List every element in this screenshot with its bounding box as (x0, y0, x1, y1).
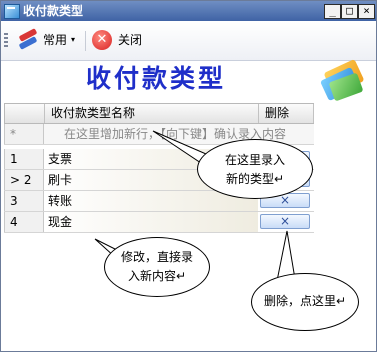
delete-button[interactable]: × (260, 214, 310, 229)
minimize-button[interactable]: _ (324, 4, 341, 19)
column-header-name[interactable]: 收付款类型名称 (45, 104, 259, 123)
row-name-cell[interactable]: 刷卡 (48, 170, 72, 190)
toolbar-separator (85, 31, 86, 51)
toolbar-grip[interactable] (4, 33, 8, 49)
close-window-button[interactable]: × (358, 4, 375, 19)
callout-edit-line1: 修改，直接录 (120, 250, 193, 264)
common-menu-button[interactable]: 常用 ▾ (17, 27, 81, 53)
callout-add-line1: 在这里录入 (224, 153, 285, 167)
grid-header: 收付款类型名称 删除 (4, 103, 314, 124)
app-icon (4, 4, 20, 19)
callout-add-line2: 新的类型↵ (225, 172, 285, 186)
title-bar[interactable]: 收付款类型 _ □ × (1, 1, 376, 21)
chevron-down-icon: ▾ (71, 35, 76, 44)
row-index: > 2 (4, 170, 44, 190)
payment-cards-icon (319, 58, 367, 102)
common-icon (17, 28, 39, 50)
common-label: 常用 (43, 33, 68, 47)
header-indicator (5, 104, 45, 123)
table-row[interactable]: 4 现金 × (4, 212, 314, 233)
callout-delete: 删除，点这里↵ (251, 273, 359, 331)
callout-delete-line1: 删除，点这里↵ (263, 294, 347, 308)
callout-edit-line2: 入新内容↵ (127, 269, 187, 283)
callout-add: 在这里录入 新的类型↵ (197, 139, 313, 199)
row-name-cell[interactable]: 转账 (48, 191, 72, 211)
page-title: 收付款类型 (86, 64, 227, 93)
close-button[interactable]: ✕ 关闭 (92, 27, 152, 53)
main-window: 收付款类型 _ □ × 常用 ▾ ✕ 关闭 收付款类型 收付款类型名称 删除 * (0, 0, 377, 352)
row-index: 1 (4, 149, 44, 169)
close-label: 关闭 (118, 33, 143, 47)
window-title: 收付款类型 (23, 4, 84, 18)
close-icon: ✕ (92, 30, 112, 50)
new-row-marker: * (4, 124, 44, 144)
row-name-cell[interactable]: 支票 (48, 149, 72, 169)
row-index: 4 (4, 212, 44, 232)
maximize-button[interactable]: □ (341, 4, 358, 19)
callout-edit: 修改，直接录 入新内容↵ (104, 237, 210, 297)
current-row-marker: > (10, 173, 21, 187)
column-header-delete[interactable]: 删除 (259, 104, 314, 123)
row-index: 3 (4, 191, 44, 211)
toolbar: 常用 ▾ ✕ 关闭 (1, 22, 376, 61)
row-name-cell[interactable]: 现金 (48, 212, 72, 232)
